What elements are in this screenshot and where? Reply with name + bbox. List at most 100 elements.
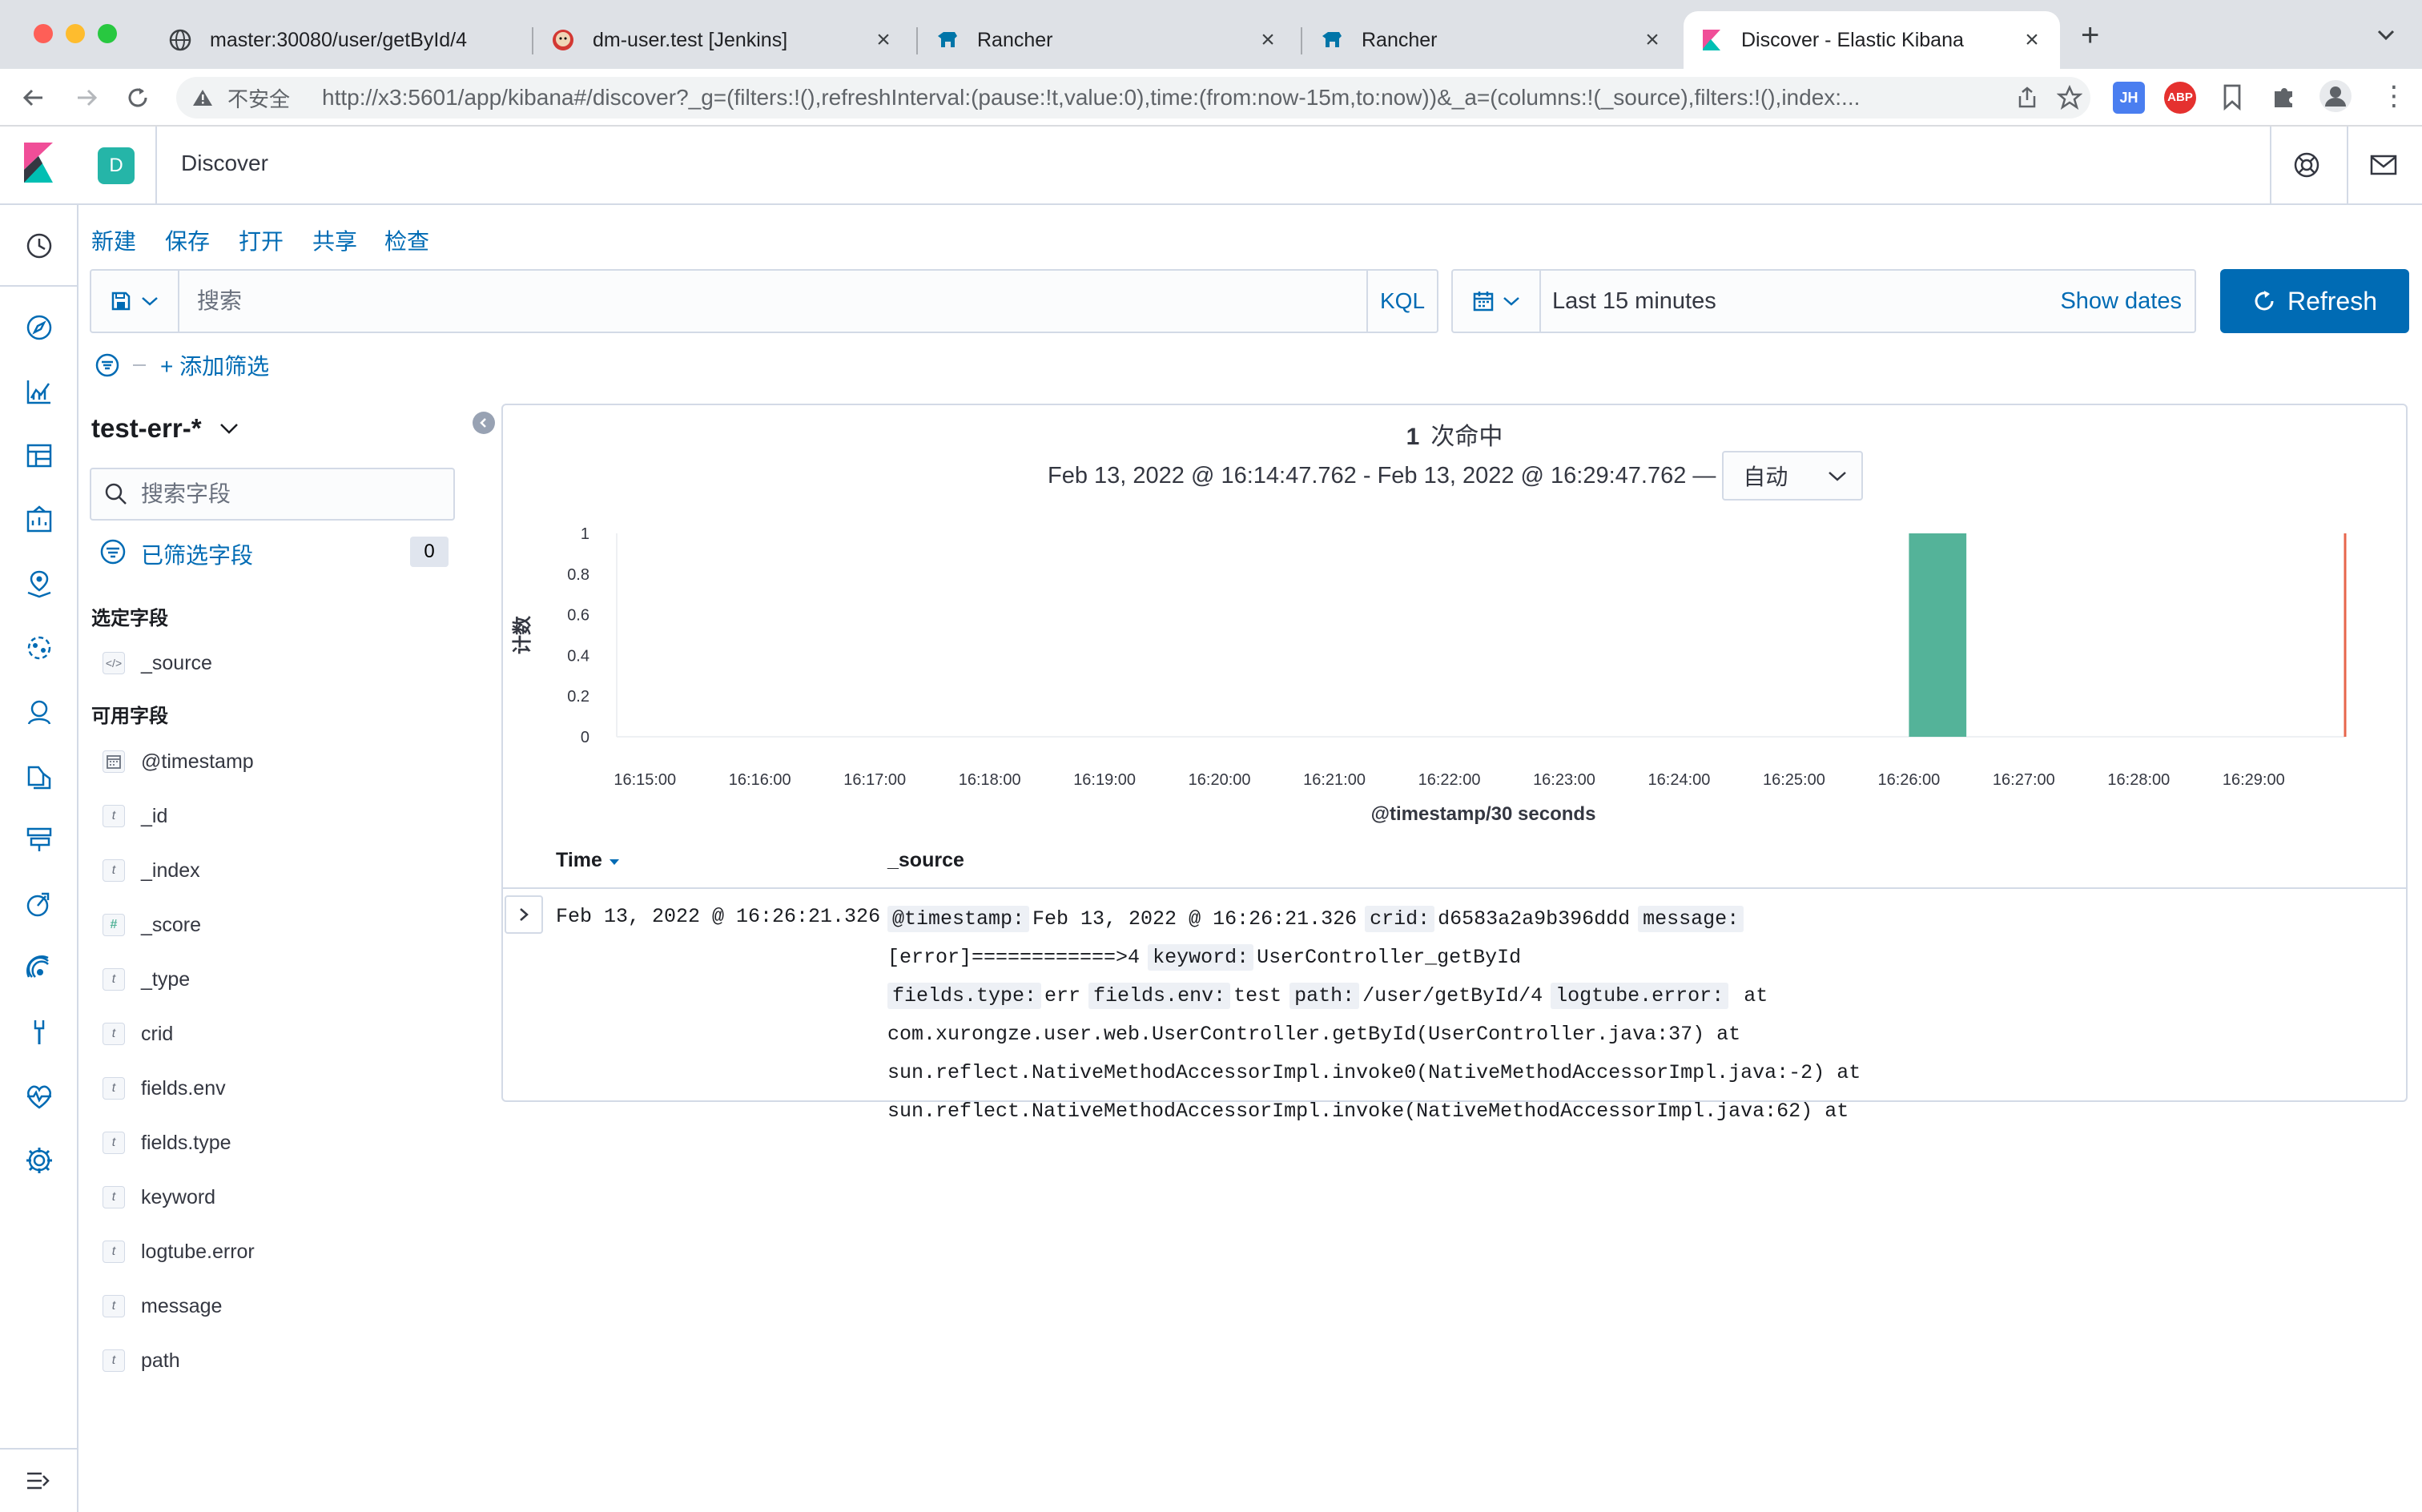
- browser-tab[interactable]: Rancher ×: [919, 11, 1296, 69]
- kibana-logo-icon[interactable]: [22, 143, 54, 183]
- browser-tab[interactable]: dm-user.test [Jenkins] ×: [535, 11, 911, 69]
- bookmarks-icon[interactable]: [2222, 83, 2243, 115]
- close-tab-icon[interactable]: ×: [1640, 26, 1664, 54]
- field-name: _index: [141, 859, 200, 882]
- x-tick-label: 16:27:00: [1993, 771, 2055, 789]
- field-item-fields-type[interactable]: t fields.type: [103, 1130, 231, 1156]
- search-input[interactable]: 搜索: [197, 271, 1398, 332]
- source-line: com.xurongze.user.web.UserController.get…: [887, 1015, 2393, 1054]
- dev-tools-wrench-icon[interactable]: [24, 1017, 54, 1048]
- address-bar[interactable]: 不安全 http://x3:5601/app/kibana#/discover?…: [176, 77, 2090, 119]
- filtered-fields-toggle[interactable]: 已筛选字段 0: [99, 537, 449, 568]
- discover-compass-icon[interactable]: [24, 312, 54, 343]
- refresh-button[interactable]: Refresh: [2220, 269, 2409, 333]
- dashboard-icon[interactable]: [24, 440, 54, 471]
- share-icon[interactable]: [2017, 86, 2038, 113]
- siem-icon[interactable]: [24, 697, 54, 727]
- sort-desc-icon[interactable]: [608, 857, 621, 867]
- kql-toggle-button[interactable]: KQL: [1366, 271, 1437, 332]
- field-item-source[interactable]: </> _source: [103, 650, 212, 676]
- management-gear-icon[interactable]: [24, 1145, 54, 1176]
- space-avatar[interactable]: D: [98, 147, 135, 184]
- warning-icon: [193, 90, 212, 106]
- field-item-id[interactable]: t _id: [103, 803, 167, 829]
- menu-share[interactable]: 共享: [312, 224, 357, 256]
- bookmark-star-icon[interactable]: [2056, 84, 2083, 115]
- field-item-fields-env[interactable]: t fields.env: [103, 1076, 226, 1101]
- extension-jh-icon[interactable]: JH: [2113, 82, 2145, 114]
- expand-row-button[interactable]: [505, 895, 543, 934]
- mail-icon: [2370, 155, 2397, 175]
- saved-queries-button[interactable]: [91, 271, 179, 332]
- filter-options-icon[interactable]: [95, 352, 120, 378]
- apm-icon[interactable]: [24, 889, 54, 919]
- close-tab-icon[interactable]: ×: [1256, 26, 1280, 54]
- infrastructure-icon[interactable]: [24, 825, 54, 855]
- add-filter-button[interactable]: + 添加筛选: [160, 349, 269, 381]
- close-window-button[interactable]: [34, 24, 53, 43]
- field-item-crid[interactable]: t crid: [103, 1021, 173, 1047]
- field-item-logtube-error[interactable]: t logtube.error: [103, 1239, 255, 1265]
- field-item-index[interactable]: t _index: [103, 858, 200, 883]
- menu-new[interactable]: 新建: [91, 224, 136, 256]
- browser-tab-active[interactable]: Discover - Elastic Kibana ×: [1684, 11, 2060, 69]
- ml-icon[interactable]: [24, 633, 54, 663]
- logs-icon[interactable]: [24, 761, 54, 791]
- browser-menu-icon[interactable]: ⋮: [2380, 82, 2408, 111]
- field-item-path[interactable]: t path: [103, 1348, 180, 1373]
- quick-select-button[interactable]: [1453, 271, 1541, 332]
- tab-search-icon[interactable]: [2376, 24, 2396, 49]
- field-item-message[interactable]: t message: [103, 1293, 222, 1319]
- field-item-timestamp[interactable]: @timestamp: [103, 749, 254, 774]
- save-disk-icon: [111, 292, 131, 311]
- minimize-window-button[interactable]: [66, 24, 85, 43]
- y-tick-label: 1: [581, 525, 589, 543]
- close-tab-icon[interactable]: ×: [871, 26, 895, 54]
- field-search-input[interactable]: 搜索字段: [90, 468, 455, 521]
- security-warning[interactable]: 不安全: [192, 77, 290, 119]
- collapse-nav-button[interactable]: [0, 1448, 77, 1512]
- extensions-puzzle-icon[interactable]: [2270, 82, 2299, 115]
- refresh-icon: [2255, 291, 2274, 311]
- menu-inspect[interactable]: 检查: [384, 224, 429, 256]
- chevron-right-icon: [520, 908, 529, 921]
- source-line: @timestamp: Feb 13, 2022 @ 16:26:21.326 cr…: [887, 900, 2393, 977]
- interval-select[interactable]: 自动: [1722, 451, 1864, 501]
- field-name: fields.type: [141, 1131, 231, 1154]
- newsfeed-button[interactable]: [2347, 127, 2419, 203]
- canvas-icon[interactable]: [24, 505, 54, 535]
- string-token-icon: t: [103, 1349, 125, 1372]
- x-tick-label: 16:18:00: [959, 771, 1021, 789]
- show-dates-button[interactable]: Show dates: [2060, 271, 2182, 332]
- menu-open[interactable]: 打开: [239, 224, 284, 256]
- string-token-icon: t: [103, 1295, 125, 1317]
- forward-button[interactable]: [69, 80, 104, 115]
- collapse-sidebar-button[interactable]: [473, 412, 495, 434]
- close-tab-icon[interactable]: ×: [2020, 26, 2044, 54]
- adblock-icon[interactable]: ABP: [2164, 82, 2196, 114]
- field-item-type[interactable]: t _type: [103, 967, 190, 992]
- source-line: fields.type: err fields.env: test path:/user…: [887, 977, 2393, 1015]
- help-button[interactable]: [2270, 127, 2342, 203]
- browser-tab[interactable]: Rancher ×: [1304, 11, 1680, 69]
- back-button[interactable]: [16, 80, 51, 115]
- monitoring-heartbeat-icon[interactable]: [24, 1081, 54, 1112]
- x-tick-label: 16:17:00: [843, 771, 906, 789]
- index-pattern-selector[interactable]: test-err-*: [91, 413, 239, 444]
- uptime-icon[interactable]: [24, 953, 54, 983]
- profile-avatar-icon[interactable]: [2319, 80, 2352, 112]
- visualize-chart-icon[interactable]: [24, 376, 54, 407]
- time-range-label[interactable]: Last 15 minutes: [1552, 271, 1716, 332]
- menu-save[interactable]: 保存: [165, 224, 210, 256]
- field-item-keyword[interactable]: t keyword: [103, 1184, 215, 1210]
- time-column-header[interactable]: Time: [556, 831, 621, 889]
- new-tab-button[interactable]: +: [2081, 18, 2099, 54]
- available-fields-heading: 可用字段: [91, 706, 168, 727]
- refresh-label: Refresh: [2287, 286, 2378, 316]
- browser-tab[interactable]: master:30080/user/getById/4: [152, 11, 529, 69]
- recently-viewed-clock-icon[interactable]: [24, 231, 54, 261]
- reload-button[interactable]: [120, 80, 155, 115]
- maximize-window-button[interactable]: [98, 24, 117, 43]
- field-item-score[interactable]: # _score: [103, 912, 201, 938]
- maps-icon[interactable]: [24, 569, 54, 599]
